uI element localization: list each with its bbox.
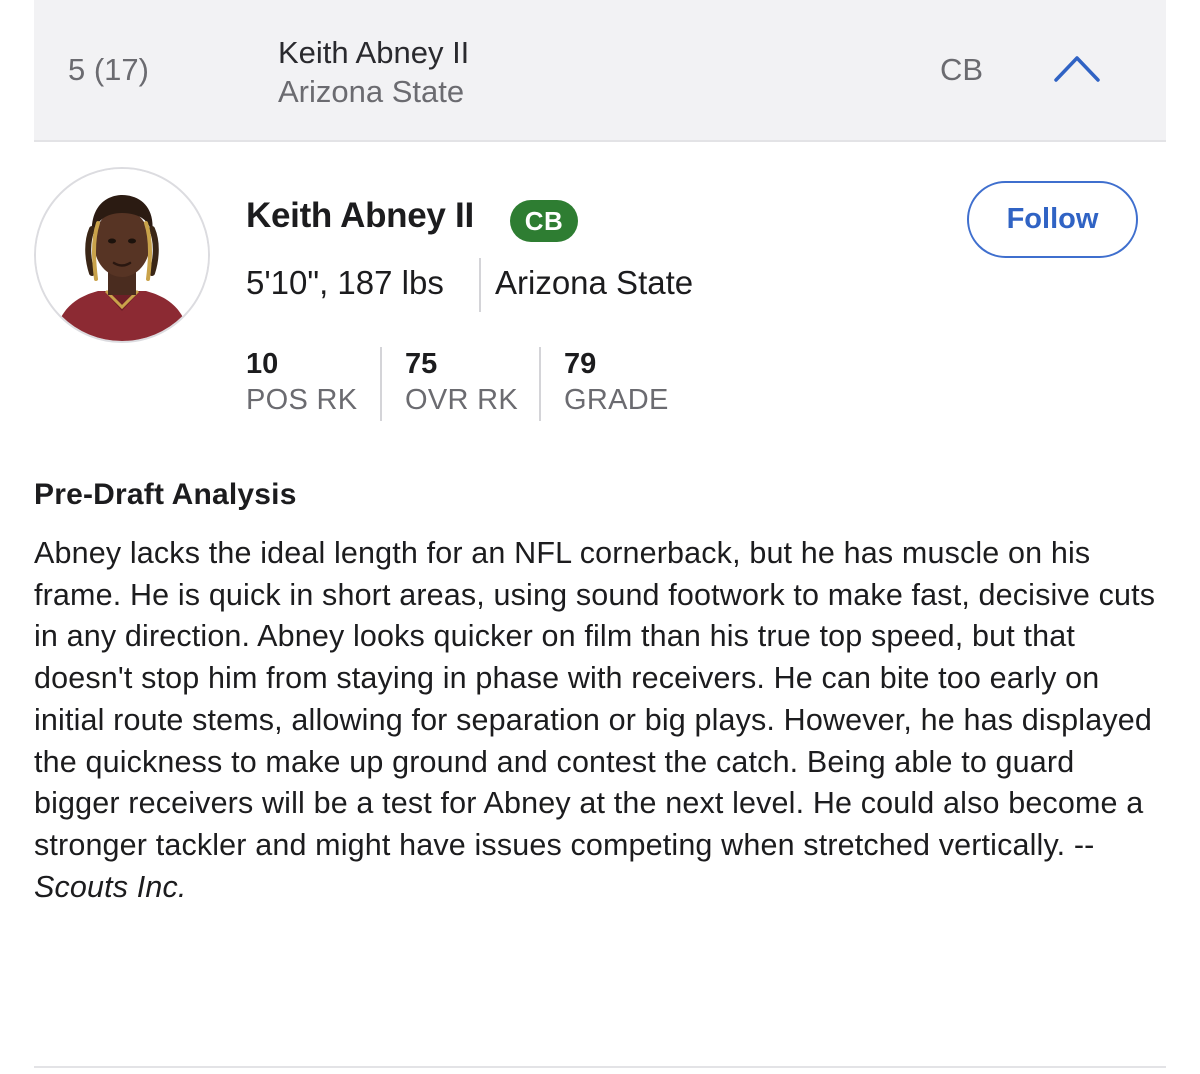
draft-row-header[interactable]: 5 (17) Keith Abney II Arizona State CB <box>34 0 1166 142</box>
stat-ovr-rank: 75 OVR RK <box>405 346 518 418</box>
analysis-source: Scouts Inc. <box>34 869 187 904</box>
row-player-position: CB <box>940 52 984 87</box>
analysis-title: Pre-Draft Analysis <box>34 478 297 511</box>
row-player-name: Keith Abney II <box>278 35 470 70</box>
analysis-text: Abney lacks the ideal length for an NFL … <box>34 536 1156 862</box>
stat-value: 79 <box>564 348 597 380</box>
analysis-body: Abney lacks the ideal length for an NFL … <box>34 533 1164 908</box>
info-divider <box>479 258 481 312</box>
stat-value: 75 <box>405 348 438 380</box>
stat-pos-rank: 10 POS RK <box>246 346 357 418</box>
player-measurements: 5'10", 187 lbs <box>246 264 444 301</box>
stat-divider <box>380 347 382 421</box>
player-school: Arizona State <box>495 264 694 301</box>
player-headshot <box>34 167 210 343</box>
bottom-divider <box>34 1066 1166 1068</box>
stat-divider <box>539 347 541 421</box>
stat-value: 10 <box>246 348 279 380</box>
position-badge: CB <box>510 200 578 242</box>
stat-label: GRADE <box>564 384 669 416</box>
chevron-up-icon[interactable] <box>1052 52 1102 84</box>
stat-grade: 79 GRADE <box>564 346 669 418</box>
pick-number: 5 (17) <box>68 52 149 87</box>
follow-button[interactable]: Follow <box>967 181 1138 258</box>
stat-label: POS RK <box>246 384 358 416</box>
stat-label: OVR RK <box>405 384 518 416</box>
row-player-school: Arizona State <box>278 74 465 109</box>
player-name: Keith Abney II <box>246 196 474 235</box>
draft-pick-detail: 5 (17) Keith Abney II Arizona State CB K… <box>0 0 1200 1074</box>
